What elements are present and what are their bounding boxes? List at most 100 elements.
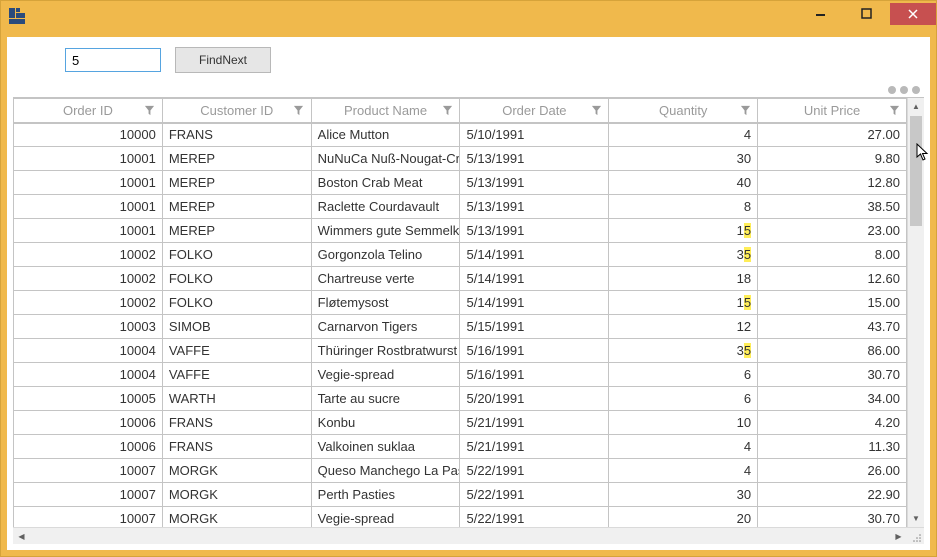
cell-custid[interactable]: VAFFE [162,339,311,363]
cell-product[interactable]: Queso Manchego La Pastor [311,459,460,483]
cell-price[interactable]: 4.20 [758,411,907,435]
cell-orderid[interactable]: 10007 [14,483,163,507]
filter-icon[interactable] [590,104,602,116]
cell-custid[interactable]: MORGK [162,459,311,483]
cell-qty[interactable]: 6 [609,387,758,411]
cell-orderid[interactable]: 10005 [14,387,163,411]
minimize-button[interactable] [798,3,844,25]
table-row[interactable]: 10002FOLKOFløtemysost5/14/19911515.00 [14,291,907,315]
resize-grip-icon[interactable] [907,528,924,544]
cell-orderdate[interactable]: 5/21/1991 [460,435,609,459]
cell-price[interactable]: 30.70 [758,507,907,528]
cell-orderid[interactable]: 10000 [14,123,163,147]
cell-orderdate[interactable]: 5/13/1991 [460,171,609,195]
table-row[interactable]: 10006FRANSKonbu5/21/1991104.20 [14,411,907,435]
cell-price[interactable]: 23.00 [758,219,907,243]
cell-product[interactable]: Chartreuse verte [311,267,460,291]
cell-product[interactable]: Carnarvon Tigers [311,315,460,339]
cell-orderid[interactable]: 10007 [14,459,163,483]
cell-orderdate[interactable]: 5/16/1991 [460,363,609,387]
cell-custid[interactable]: SIMOB [162,315,311,339]
cell-custid[interactable]: FOLKO [162,291,311,315]
scroll-right-arrow-icon[interactable]: ▶ [890,528,907,544]
column-header-custid[interactable]: Customer ID [162,99,311,123]
cell-orderid[interactable]: 10001 [14,219,163,243]
table-row[interactable]: 10001MEREPBoston Crab Meat5/13/19914012.… [14,171,907,195]
cell-orderdate[interactable]: 5/13/1991 [460,195,609,219]
scroll-thumb[interactable] [910,116,922,226]
table-row[interactable]: 10001MEREPWimmers gute Semmelknöd5/13/19… [14,219,907,243]
titlebar[interactable] [1,1,936,31]
cell-qty[interactable]: 10 [609,411,758,435]
column-header-orderid[interactable]: Order ID [14,99,163,123]
cell-orderdate[interactable]: 5/13/1991 [460,219,609,243]
table-row[interactable]: 10003SIMOBCarnarvon Tigers5/15/19911243.… [14,315,907,339]
cell-product[interactable]: Vegie-spread [311,507,460,528]
cell-orderdate[interactable]: 5/14/1991 [460,267,609,291]
cell-qty[interactable]: 12 [609,315,758,339]
cell-qty[interactable]: 30 [609,147,758,171]
cell-orderid[interactable]: 10006 [14,435,163,459]
cell-orderid[interactable]: 10002 [14,291,163,315]
cell-product[interactable]: Gorgonzola Telino [311,243,460,267]
cell-price[interactable]: 34.00 [758,387,907,411]
cell-price[interactable]: 11.30 [758,435,907,459]
cell-price[interactable]: 26.00 [758,459,907,483]
cell-orderid[interactable]: 10004 [14,339,163,363]
cell-custid[interactable]: FRANS [162,123,311,147]
findnext-button[interactable]: FindNext [175,47,271,73]
cell-orderid[interactable]: 10006 [14,411,163,435]
cell-qty[interactable]: 4 [609,459,758,483]
filter-icon[interactable] [144,104,156,116]
cell-price[interactable]: 12.80 [758,171,907,195]
cell-orderdate[interactable]: 5/13/1991 [460,147,609,171]
cell-custid[interactable]: VAFFE [162,363,311,387]
filter-icon[interactable] [293,104,305,116]
cell-price[interactable]: 22.90 [758,483,907,507]
cell-product[interactable]: Thüringer Rostbratwurst [311,339,460,363]
filter-icon[interactable] [888,104,900,116]
column-header-orderdate[interactable]: Order Date [460,99,609,123]
table-row[interactable]: 10007MORGKQueso Manchego La Pastor5/22/1… [14,459,907,483]
column-header-product[interactable]: Product Name [311,99,460,123]
cell-qty[interactable]: 4 [609,123,758,147]
table-row[interactable]: 10004VAFFEVegie-spread5/16/1991630.70 [14,363,907,387]
maximize-button[interactable] [844,3,890,25]
column-header-price[interactable]: Unit Price [758,99,907,123]
table-row[interactable]: 10004VAFFEThüringer Rostbratwurst5/16/19… [14,339,907,363]
cell-qty[interactable]: 18 [609,267,758,291]
filter-icon[interactable] [441,104,453,116]
cell-product[interactable]: Konbu [311,411,460,435]
cell-custid[interactable]: MORGK [162,483,311,507]
table-row[interactable]: 10006FRANSValkoinen suklaa5/21/1991411.3… [14,435,907,459]
cell-qty[interactable]: 8 [609,195,758,219]
cell-orderdate[interactable]: 5/15/1991 [460,315,609,339]
cell-orderid[interactable]: 10003 [14,315,163,339]
cell-product[interactable]: Tarte au sucre [311,387,460,411]
search-input[interactable] [65,48,161,72]
close-button[interactable] [890,3,936,25]
cell-custid[interactable]: FOLKO [162,267,311,291]
horizontal-scrollbar[interactable]: ◀ ▶ [13,527,924,544]
cell-qty[interactable]: 40 [609,171,758,195]
cell-orderid[interactable]: 10001 [14,147,163,171]
cell-qty[interactable]: 35 [609,243,758,267]
grid-options-dots[interactable] [13,83,924,97]
cell-orderid[interactable]: 10001 [14,171,163,195]
table-row[interactable]: 10007MORGKPerth Pasties5/22/19913022.90 [14,483,907,507]
cell-qty[interactable]: 6 [609,363,758,387]
cell-qty[interactable]: 35 [609,339,758,363]
cell-product[interactable]: Perth Pasties [311,483,460,507]
cell-custid[interactable]: MEREP [162,147,311,171]
cell-orderid[interactable]: 10002 [14,267,163,291]
column-header-qty[interactable]: Quantity [609,99,758,123]
cell-product[interactable]: Wimmers gute Semmelknöd [311,219,460,243]
table-row[interactable]: 10002FOLKOGorgonzola Telino5/14/1991358.… [14,243,907,267]
table-row[interactable]: 10001MEREPRaclette Courdavault5/13/19918… [14,195,907,219]
cell-product[interactable]: Valkoinen suklaa [311,435,460,459]
cell-product[interactable]: Fløtemysost [311,291,460,315]
cell-custid[interactable]: FOLKO [162,243,311,267]
cell-custid[interactable]: FRANS [162,411,311,435]
cell-qty[interactable]: 4 [609,435,758,459]
cell-custid[interactable]: MORGK [162,507,311,528]
